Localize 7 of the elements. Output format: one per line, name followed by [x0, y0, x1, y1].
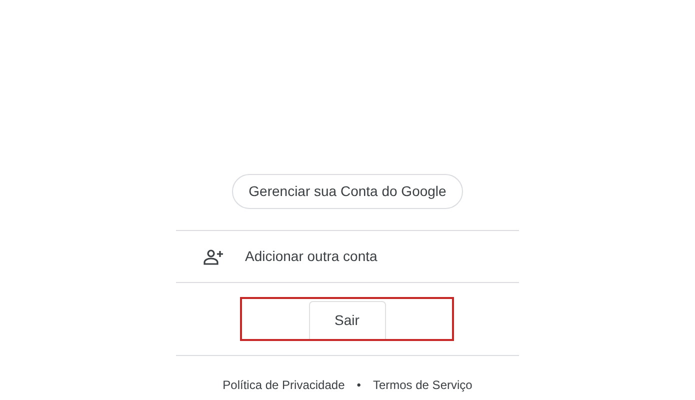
manage-account-button[interactable]: Gerenciar sua Conta do Google: [232, 174, 464, 209]
footer-link[interactable]: Política de Privacidade: [222, 376, 345, 394]
sign-out-button[interactable]: Sair: [308, 301, 386, 339]
add-account-item[interactable]: Adicionar outra conta: [176, 231, 519, 282]
add-person-icon: [203, 248, 225, 264]
footer-link[interactable]: Termos de Serviço: [372, 376, 472, 394]
separator-dot: •: [356, 377, 361, 394]
